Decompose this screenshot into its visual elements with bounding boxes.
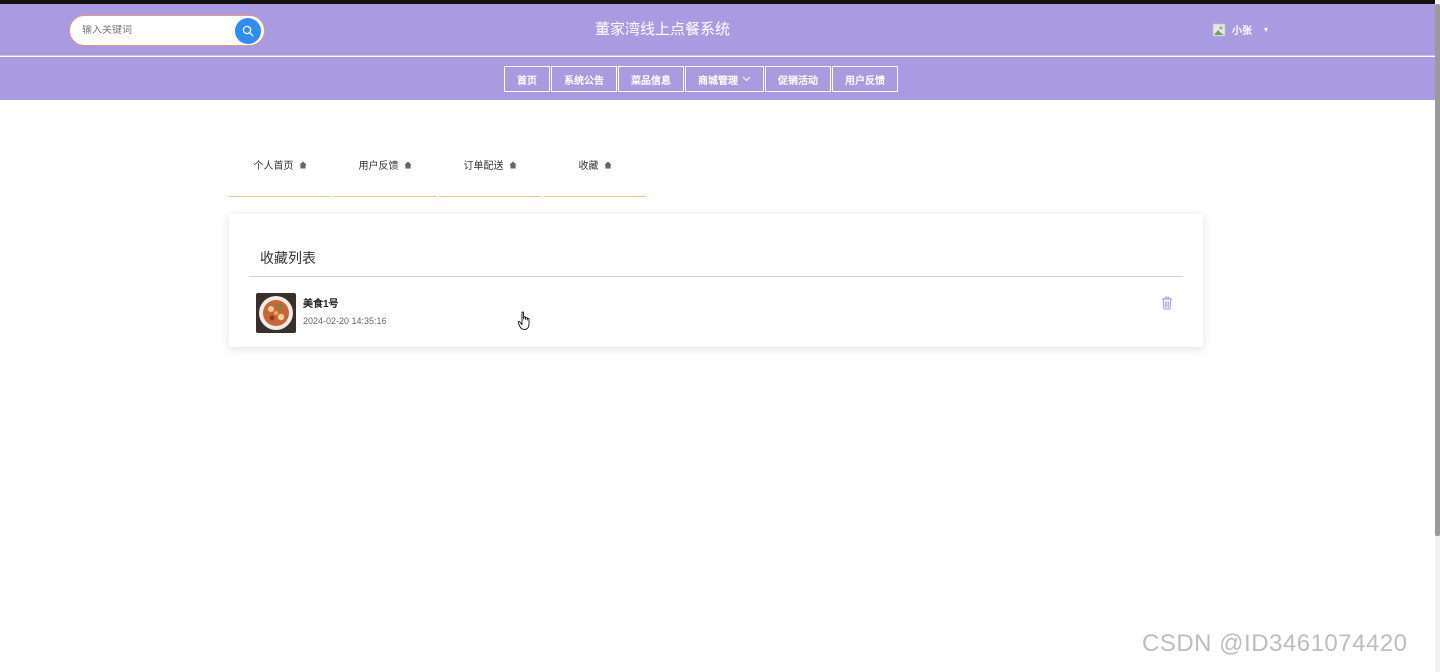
watermark: CSDN @ID3461074420 [1142,630,1408,657]
tab-order-delivery[interactable]: 订单配送 [439,145,541,197]
home-icon [604,161,611,168]
main-nav-bar: 首页 系统公告 菜品信息 商城管理 促销活动 用户反馈 [0,57,1435,100]
favorite-time: 2024-02-20 14:35:16 [303,316,387,326]
nav-item-label: 首页 [517,75,537,87]
tab-label: 订单配送 [463,161,504,172]
page-scrollbar[interactable] [1435,0,1440,672]
nav-item-home[interactable]: 首页 [504,66,550,92]
trash-icon[interactable] [1160,296,1174,310]
scrollbar-thumb[interactable] [1435,4,1440,536]
divider [249,276,1183,277]
nav-item-mall-management[interactable]: 商城管理 [685,66,764,92]
nav-item-label: 菜品信息 [631,75,671,87]
user-menu[interactable]: 小张 ▾ [1212,22,1268,37]
favorite-name: 美食1号 [303,299,339,310]
nav-item-announcements[interactable]: 系统公告 [551,66,617,92]
nav-item-label: 促销活动 [778,75,818,87]
tab-favorites[interactable]: 收藏 [544,145,646,197]
nav-item-dishes[interactable]: 菜品信息 [618,66,684,92]
tab-user-feedback[interactable]: 用户反馈 [334,145,436,197]
main-nav: 首页 系统公告 菜品信息 商城管理 促销活动 用户反馈 [504,66,898,92]
nav-item-label: 商城管理 [698,75,738,87]
caret-down-icon: ▾ [1264,25,1269,34]
username: 小张 [1232,26,1252,37]
avatar [1212,23,1226,36]
home-icon [404,161,411,168]
tab-label: 用户反馈 [358,161,399,172]
nav-item-label: 用户反馈 [845,75,885,87]
nav-item-label: 系统公告 [564,75,604,87]
profile-tabs: 个人首页 用户反馈 订单配送 收藏 [229,145,646,197]
nav-item-feedback[interactable]: 用户反馈 [832,66,898,92]
nav-item-promotions[interactable]: 促销活动 [765,66,831,92]
list-item[interactable]: 美食1号 2024-02-20 14:35:16 [256,293,1176,333]
chevron-down-icon [742,76,751,82]
favorites-card: 收藏列表 美食1号 2024-02-20 14:35:16 [229,214,1203,347]
favorites-title: 收藏列表 [260,250,316,266]
site-title: 董家湾线上点餐系统 [594,21,730,38]
hand-cursor-icon [517,311,530,330]
home-icon [299,161,306,168]
tab-label: 个人首页 [253,161,294,172]
home-icon [509,161,516,168]
tab-label: 收藏 [578,161,599,172]
site-header: 董家湾线上点餐系统 小张 ▾ [0,4,1435,56]
tab-profile-home[interactable]: 个人首页 [229,145,331,197]
food-thumbnail [256,293,296,333]
